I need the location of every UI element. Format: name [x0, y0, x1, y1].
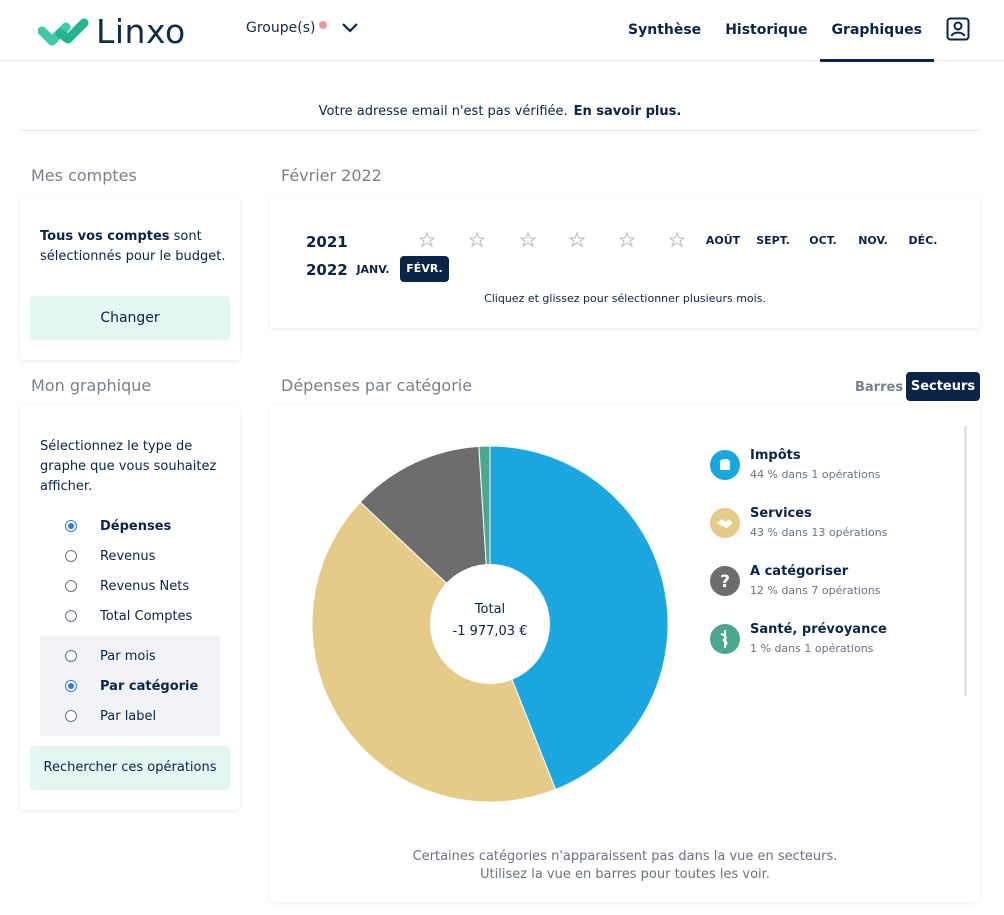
nav-synthese[interactable]: Synthèse — [616, 0, 713, 61]
radio-button[interactable] — [65, 650, 77, 662]
legend-detail: 12 % dans 7 opérations — [750, 584, 881, 597]
radio-depenses[interactable]: Dépenses — [20, 511, 240, 541]
question-icon: ? — [710, 566, 740, 596]
radio-button[interactable] — [65, 680, 77, 692]
legend-detail: 43 % dans 13 opérations — [750, 526, 888, 539]
email-verification-notice: Votre adresse email n'est pas vérifiée. E… — [20, 94, 980, 131]
radio-button[interactable] — [65, 520, 77, 532]
radio-revenus[interactable]: Revenus — [20, 541, 240, 571]
footnote-line-1: Certaines catégories n'apparaissent pas … — [412, 849, 838, 864]
month-dec-2021[interactable]: DÉC. — [900, 234, 946, 247]
month-janv-2022[interactable]: JANV. — [350, 263, 396, 276]
user-profile-icon[interactable] — [946, 17, 970, 41]
month-selection-hint: Cliquez et glissez pour sélectionner plu… — [484, 292, 766, 305]
health-icon — [710, 624, 740, 654]
top-bar: Linxo Groupe(s) Synthèse Historique Grap… — [0, 0, 1004, 62]
radio-label: Total Comptes — [100, 608, 193, 624]
month-fevr-2022[interactable]: FÉVR. — [400, 256, 449, 282]
group-label: Groupe(s) — [246, 20, 316, 36]
accounts-text-bold: Tous vos comptes — [40, 229, 170, 244]
month-sept-2021[interactable]: SEPT. — [750, 234, 796, 247]
view-sectors-button[interactable]: Secteurs — [906, 372, 980, 401]
total-label: Total — [474, 602, 506, 617]
legend-name: Santé, prévoyance — [750, 622, 887, 637]
change-accounts-button[interactable]: Changer — [30, 296, 230, 340]
radio-label: Par label — [100, 708, 157, 724]
radio-par-mois[interactable]: Par mois — [20, 641, 240, 671]
brand-name: Linxo — [96, 12, 186, 51]
radio-button[interactable] — [65, 550, 77, 562]
legend-detail: 1 % dans 1 opérations — [750, 642, 874, 655]
period-title: Février 2022 — [281, 166, 382, 185]
radio-par-categorie[interactable]: Par catégorie — [20, 671, 240, 701]
graph-type-card: Sélectionnez le type de graphe que vous … — [20, 406, 240, 810]
svg-text:?: ? — [720, 572, 730, 592]
main-nav: Synthèse Historique Graphiques — [616, 0, 935, 62]
group-selector[interactable]: Groupe(s) — [246, 20, 359, 36]
linxo-logo[interactable]: Linxo — [38, 12, 186, 51]
radio-label: Revenus — [100, 548, 156, 564]
legend-name: A catégoriser — [750, 564, 849, 579]
year-2021: 2021 — [306, 233, 348, 251]
learn-more-link[interactable]: En savoir plus. — [574, 104, 682, 119]
notification-dot — [319, 21, 328, 29]
month-selector-card: 2021 2022 AOÛT SEPT. OCT. NOV. DÉC. JANV… — [270, 196, 980, 328]
expenses-chart-card: Total -1 977,03 € Impôts 44 % dans 1 opé… — [270, 406, 980, 902]
notice-text: Votre adresse email n'est pas vérifiée. — [318, 104, 568, 119]
radio-label: Dépenses — [100, 518, 172, 534]
legend-scrollbar[interactable] — [964, 426, 967, 696]
tax-icon — [710, 450, 740, 480]
unavailable-month-icon — [519, 231, 537, 248]
handshake-icon — [710, 508, 740, 538]
view-bars-button[interactable]: Barres — [855, 380, 903, 395]
year-2022: 2022 — [306, 261, 348, 279]
total-value: -1 977,03 € — [452, 624, 528, 639]
accounts-card: Tous vos comptes sont sélectionnés pour … — [20, 196, 240, 360]
chevron-down-icon — [342, 23, 359, 33]
accounts-title: Mes comptes — [31, 166, 137, 185]
unavailable-month-icon — [568, 231, 586, 248]
linxo-logo-icon — [38, 18, 89, 45]
unavailable-month-icon — [468, 231, 486, 248]
legend-item-services[interactable]: Services 43 % dans 13 opérations — [710, 506, 950, 546]
nav-historique[interactable]: Historique — [713, 0, 819, 61]
month-nov-2021[interactable]: NOV. — [850, 234, 896, 247]
legend-item-impots[interactable]: Impôts 44 % dans 1 opérations — [710, 448, 950, 488]
month-aout-2021[interactable]: AOÛT — [700, 234, 746, 247]
legend-item-a-categoriser[interactable]: ? A catégoriser 12 % dans 7 opérations — [710, 564, 950, 604]
my-graph-title: Mon graphique — [31, 376, 152, 395]
legend-detail: 44 % dans 1 opérations — [750, 468, 881, 481]
search-operations-button[interactable]: Rechercher ces opérations — [30, 746, 230, 790]
footnote-line-2: Utilisez la vue en barres pour toutes le… — [480, 867, 770, 882]
graph-type-description: Sélectionnez le type de graphe que vous … — [40, 439, 217, 494]
radio-total-comptes[interactable]: Total Comptes — [20, 601, 240, 631]
radio-label: Par mois — [100, 648, 156, 664]
expenses-title: Dépenses par catégorie — [281, 376, 473, 395]
accounts-description: Tous vos comptes sont sélectionnés pour … — [40, 227, 230, 267]
radio-button[interactable] — [65, 580, 77, 592]
radio-button[interactable] — [65, 710, 77, 722]
nav-graphiques[interactable]: Graphiques — [819, 0, 935, 62]
radio-par-label[interactable]: Par label — [20, 701, 240, 731]
legend-item-sante[interactable]: Santé, prévoyance 1 % dans 1 opérations — [710, 622, 950, 662]
unavailable-month-icon — [668, 231, 686, 248]
radio-revenus-nets[interactable]: Revenus Nets — [20, 571, 240, 601]
radio-label: Par catégorie — [100, 678, 199, 694]
month-oct-2021[interactable]: OCT. — [800, 234, 846, 247]
legend-name: Impôts — [750, 448, 801, 463]
unavailable-month-icon — [618, 231, 636, 248]
unavailable-month-icon — [418, 231, 436, 248]
radio-button[interactable] — [65, 610, 77, 622]
radio-label: Revenus Nets — [100, 578, 190, 594]
legend-name: Services — [750, 506, 812, 521]
